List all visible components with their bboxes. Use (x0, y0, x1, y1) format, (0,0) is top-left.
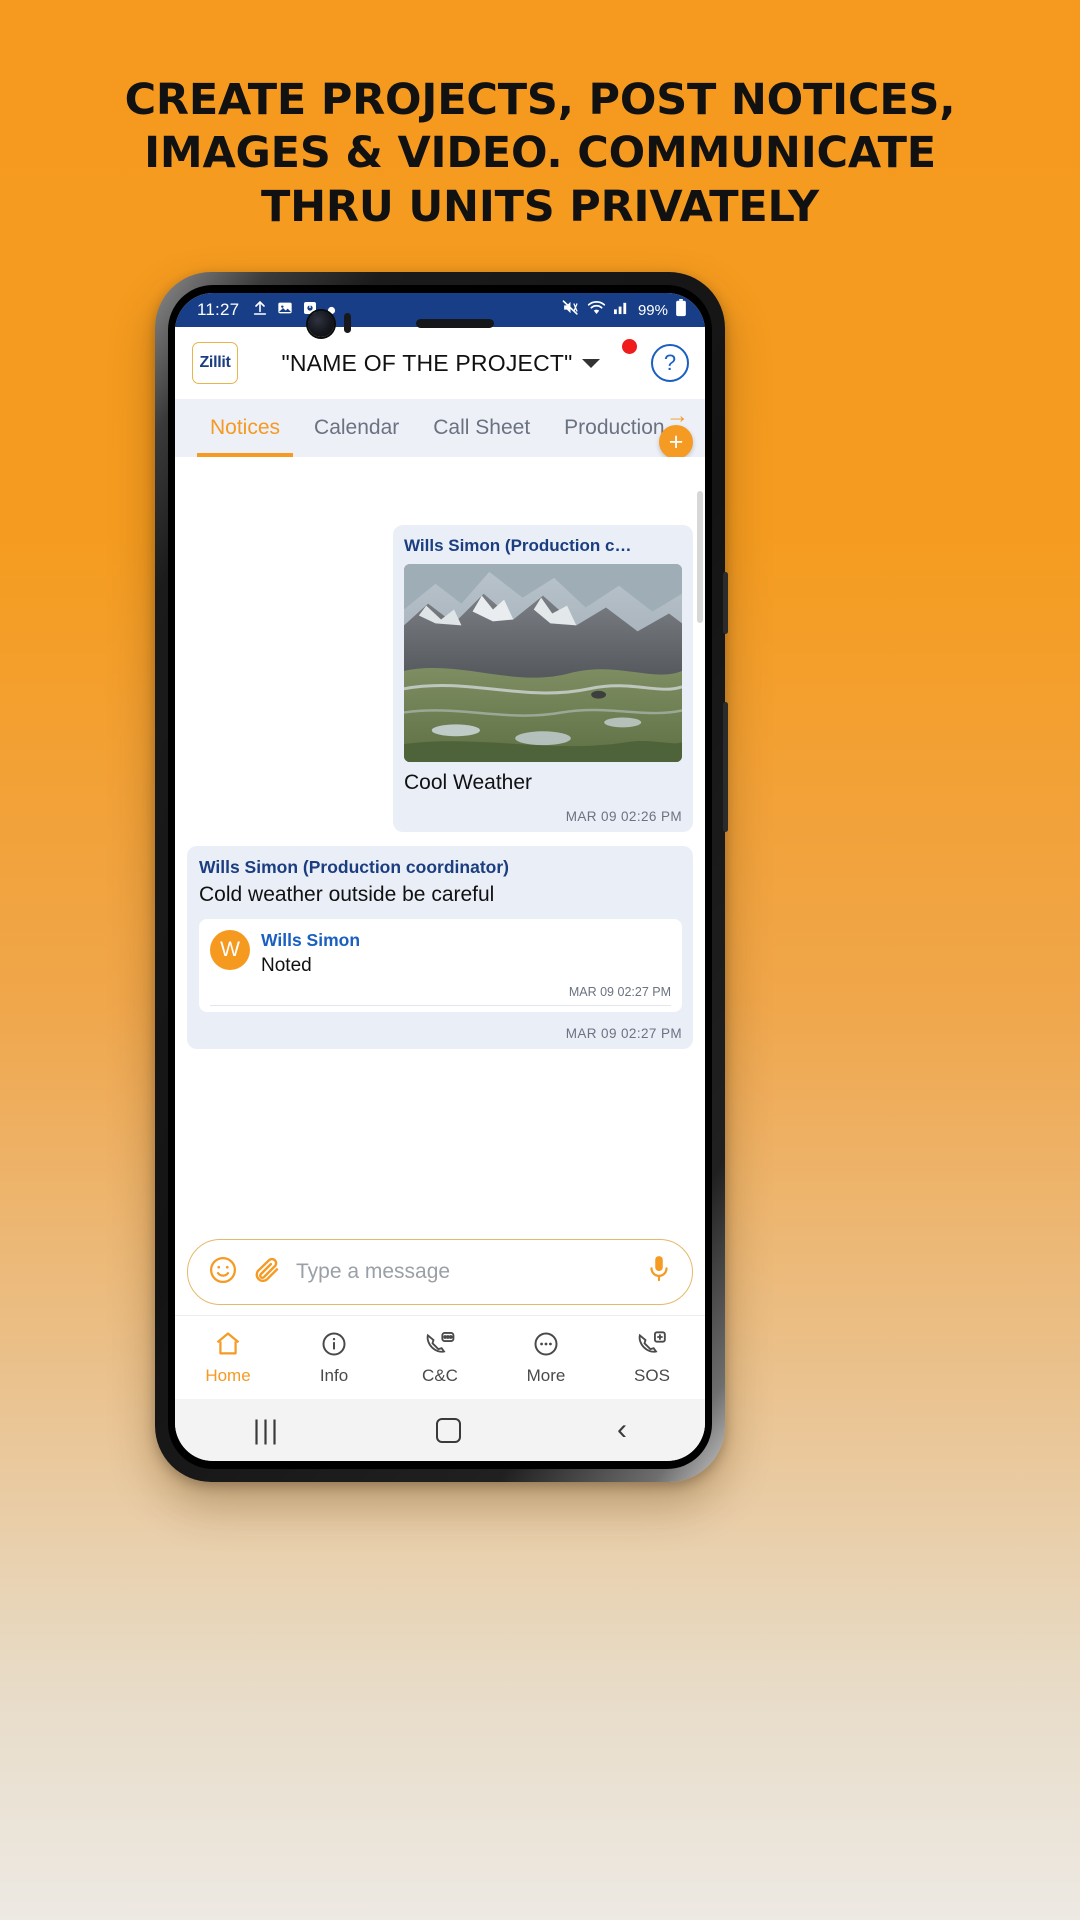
reply-card[interactable]: W Wills Simon Noted MAR 09 02:27 PM (199, 919, 682, 1012)
nav-item-sos[interactable]: SOS (599, 1316, 705, 1399)
nav-item-more[interactable]: More (493, 1316, 599, 1399)
emoji-icon[interactable] (208, 1255, 238, 1290)
microphone-icon[interactable] (646, 1255, 672, 1290)
message-caption: Cool Weather (404, 771, 533, 794)
tab-notices[interactable]: Notices (193, 399, 297, 457)
scrollbar[interactable] (697, 491, 703, 623)
mountain-photo (404, 564, 682, 762)
project-selector[interactable]: "NAME OF THE PROJECT" (238, 338, 643, 377)
message-timestamp: MAR 09 02:27 PM (565, 1026, 682, 1041)
tab-label: Production (564, 416, 665, 439)
status-time: 11:27 (197, 300, 240, 319)
phone-volume-button (723, 572, 728, 634)
battery-icon (675, 298, 687, 322)
dot-icon (327, 300, 336, 320)
tab-label: Notices (210, 416, 281, 439)
info-icon (319, 1330, 349, 1363)
home-square-icon[interactable] (436, 1417, 462, 1443)
app-logo-text: Zillit (199, 354, 231, 371)
status-bar: 11:27 99% (175, 293, 705, 327)
upload-icon (252, 300, 268, 321)
message-sender: Wills Simon (Production coordinator) (199, 857, 509, 877)
app-logo[interactable]: Zillit (192, 342, 238, 384)
nav-item-home[interactable]: Home (175, 1316, 281, 1399)
tab-label: Calendar (314, 416, 400, 439)
help-icon: ? (663, 350, 677, 375)
wifi-icon (587, 300, 606, 321)
message-input[interactable]: Type a message (296, 1260, 632, 1284)
tab-calendar[interactable]: Calendar (297, 399, 416, 457)
avatar: W (210, 930, 250, 970)
nav-label: Info (319, 1365, 349, 1385)
nav-label: C&C (422, 1365, 458, 1385)
message-body: Cold weather outside be careful (199, 883, 495, 906)
tab-call-sheet[interactable]: Call Sheet (416, 399, 547, 457)
emergency-call-icon (636, 1330, 668, 1363)
phone-screen: 11:27 99% Zillit "NAME OF THE PROJECT" ?… (175, 293, 705, 1461)
phone-chat-icon (424, 1330, 456, 1363)
nav-label: More (526, 1365, 566, 1385)
home-icon (213, 1330, 243, 1363)
page-title: "NAME OF THE PROJECT" (281, 349, 573, 376)
message-sender: Wills Simon (Production c… (404, 536, 632, 555)
more-dots-icon (531, 1330, 561, 1363)
phone-mockup: 11:27 99% Zillit "NAME OF THE PROJECT" ?… (155, 272, 728, 1482)
paperclip-icon[interactable] (252, 1255, 282, 1290)
reply-sender: Wills Simon (261, 930, 361, 950)
avatar-initial: W (220, 938, 240, 961)
image-icon (277, 300, 293, 321)
headline-line-1: CREATE PROJECTS, POST NOTICES, (124, 75, 956, 125)
battery-percent: 99% (637, 301, 668, 319)
headline-line-3: THRU UNITS PRIVATELY (261, 181, 819, 232)
signal-icon (613, 300, 630, 320)
headline-line-2: IMAGES & VIDEO. COMMUNICATE (144, 128, 936, 179)
nav-item-info[interactable]: Info (281, 1316, 387, 1399)
chevron-down-icon[interactable] (581, 358, 600, 368)
status-badge (622, 338, 637, 354)
app-header: Zillit "NAME OF THE PROJECT" ? (175, 327, 705, 399)
message-composer[interactable]: Type a message (187, 1239, 693, 1305)
phone-power-button (723, 702, 728, 832)
message-list[interactable]: Wills Simon (Production c… Cool Weather … (175, 457, 705, 1225)
reply-text: Noted (261, 955, 312, 976)
recents-button[interactable]: ||| (253, 1415, 280, 1446)
add-button[interactable]: + (659, 425, 693, 459)
help-button[interactable]: ? (651, 344, 689, 382)
message-bubble-text[interactable]: Wills Simon (Production coordinator) Col… (187, 846, 693, 1049)
android-navigation-bar: ||| ‹ (175, 1399, 705, 1461)
bottom-navigation: Home Info C&C More SOS (175, 1315, 705, 1399)
tabs-scroll-right-icon[interactable]: → (666, 404, 689, 427)
tab-label: Call Sheet (433, 416, 531, 439)
message-photo[interactable] (404, 564, 682, 762)
tab-bar: Notices Calendar Call Sheet Production →… (175, 399, 705, 459)
screenshot-icon (302, 300, 318, 321)
promo-headline: CREATE PROJECTS, POST NOTICES, IMAGES & … (0, 78, 1080, 229)
nav-label: SOS (634, 1365, 670, 1385)
back-button[interactable]: ‹ (617, 1413, 627, 1447)
nav-label: Home (205, 1365, 251, 1385)
mute-icon (561, 299, 580, 321)
nav-item-cc[interactable]: C&C (387, 1316, 493, 1399)
plus-icon: + (668, 427, 684, 456)
reply-timestamp: MAR 09 02:27 PM (210, 985, 671, 1006)
message-timestamp: MAR 09 02:26 PM (565, 809, 682, 824)
message-bubble-image[interactable]: Wills Simon (Production c… Cool Weather … (393, 525, 693, 832)
